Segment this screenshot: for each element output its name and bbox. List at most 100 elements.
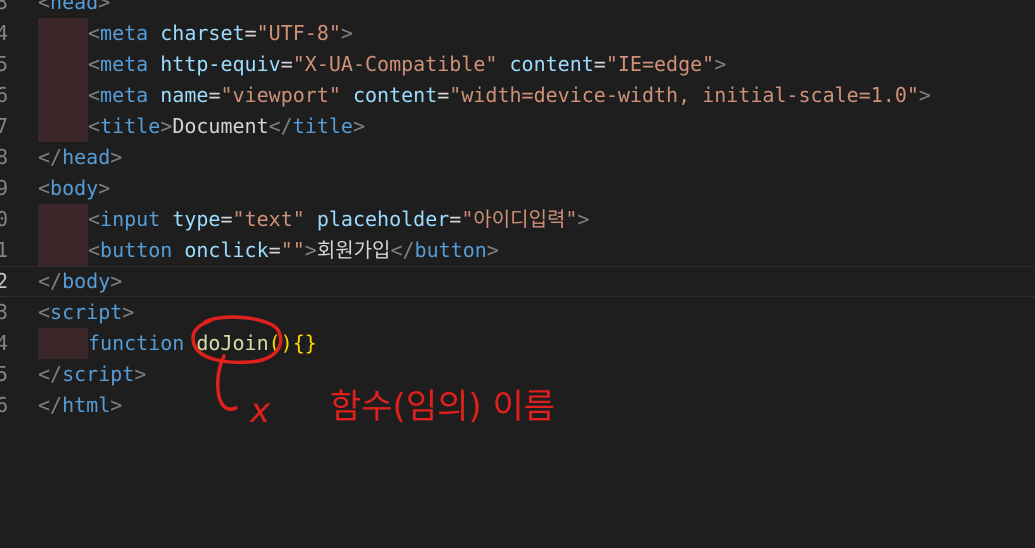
code-token: < <box>38 300 51 324</box>
code-token: title <box>292 114 353 138</box>
code-text[interactable]: <title>Document</title> <box>38 111 365 142</box>
indent-guide <box>38 328 88 359</box>
line-number: 3 <box>0 0 8 14</box>
code-token: = <box>244 21 257 45</box>
code-token: = <box>268 238 281 262</box>
code-line[interactable]: 6 </html> <box>0 390 1035 421</box>
line-number: 3 <box>0 300 8 324</box>
code-lines[interactable]: 3 <head> 4 <meta charset="UTF-8"> 5 <meta htt… <box>0 0 1035 421</box>
code-text[interactable]: <body> <box>38 173 110 204</box>
code-token: Document <box>172 114 269 138</box>
code-token: > <box>110 145 123 169</box>
code-token: < <box>88 114 101 138</box>
code-line[interactable]: 8 </head> <box>0 142 1035 173</box>
code-token: > <box>110 269 123 293</box>
indent-guide <box>38 80 88 111</box>
indent-guide <box>38 18 88 49</box>
code-token: "X-UA-Compatible" <box>292 52 498 76</box>
code-line[interactable]: 4 function doJoin(){} <box>0 328 1035 359</box>
code-token: http-equiv <box>160 52 281 76</box>
code-token: name <box>160 83 209 107</box>
code-token: "text" <box>232 207 305 231</box>
line-number: 2 <box>0 269 8 293</box>
code-line[interactable]: 1 <button onclick="">회원가입</button> <box>0 235 1035 266</box>
code-text[interactable]: <head> <box>38 0 110 18</box>
code-line[interactable]: 5 <meta http-equiv="X-UA-Compatible" cont… <box>0 49 1035 80</box>
code-token: content <box>509 52 594 76</box>
code-token: "아이디입력" <box>461 207 578 231</box>
line-number: 9 <box>0 176 8 200</box>
code-text[interactable]: </html> <box>38 390 122 421</box>
code-token: < <box>38 176 51 200</box>
line-number: 5 <box>0 362 8 386</box>
code-token: html <box>62 393 111 417</box>
code-token: = <box>220 207 233 231</box>
code-token: > <box>714 52 727 76</box>
code-token: > <box>134 362 147 386</box>
code-token: > <box>304 238 317 262</box>
code-token: input <box>100 207 161 231</box>
code-token: > <box>340 21 353 45</box>
code-line[interactable]: 9 <body> <box>0 173 1035 204</box>
code-token: = <box>280 52 293 76</box>
code-token: < <box>38 0 51 14</box>
code-line[interactable]: 3 <head> <box>0 0 1035 18</box>
indent-guide <box>38 49 88 80</box>
code-line[interactable]: 7 <title>Document</title> <box>0 111 1035 142</box>
code-token: type <box>172 207 221 231</box>
code-token: body <box>62 269 111 293</box>
code-token: onclick <box>184 238 269 262</box>
code-line[interactable]: 0 <input type="text" placeholder="아이디입력"> <box>0 204 1035 235</box>
code-text[interactable]: <meta name="viewport" content="width=dev… <box>38 80 931 111</box>
code-text[interactable]: function doJoin(){} <box>38 328 317 359</box>
line-number: 6 <box>0 83 8 107</box>
code-text[interactable]: <input type="text" placeholder="아이디입력"> <box>38 204 589 235</box>
code-token: > <box>918 83 931 107</box>
indent-guide <box>38 235 88 266</box>
code-token: script <box>62 362 135 386</box>
code-token: "UTF-8" <box>256 21 341 45</box>
code-token: 회원가입 <box>316 238 391 262</box>
code-token: content <box>352 83 438 107</box>
code-editor[interactable]: 3 <head> 4 <meta charset="UTF-8"> 5 <meta htt… <box>0 0 1035 548</box>
code-token: </ <box>38 145 63 169</box>
code-token: > <box>110 393 123 417</box>
code-token: = <box>593 52 606 76</box>
code-token: < <box>88 21 101 45</box>
code-text[interactable]: <button onclick="">회원가입</button> <box>38 235 499 266</box>
code-token: "IE=edge" <box>605 52 715 76</box>
code-token: (){} <box>268 331 317 355</box>
line-number: 4 <box>0 21 8 45</box>
code-line[interactable]: 4 <meta charset="UTF-8"> <box>0 18 1035 49</box>
code-text[interactable]: </script> <box>38 359 146 390</box>
code-token: > <box>122 300 135 324</box>
code-line[interactable]: 5 </script> <box>0 359 1035 390</box>
code-token: </ <box>38 393 63 417</box>
code-token: = <box>208 83 221 107</box>
code-token: = <box>449 207 462 231</box>
code-text[interactable]: <meta http-equiv="X-UA-Compatible" conte… <box>38 49 726 80</box>
code-token: < <box>88 238 101 262</box>
code-token: > <box>577 207 590 231</box>
code-token: < <box>88 207 101 231</box>
code-line[interactable]: 3 <script> <box>0 297 1035 328</box>
code-line[interactable]: 2 </body> <box>0 266 1035 297</box>
code-text[interactable]: <script> <box>38 297 134 328</box>
code-text[interactable]: </head> <box>38 142 122 173</box>
code-token: "width=device-width, initial-scale=1.0" <box>449 83 919 107</box>
code-token: doJoin <box>196 331 269 355</box>
code-text[interactable]: </body> <box>38 266 122 297</box>
line-number: 8 <box>0 145 8 169</box>
code-token: > <box>98 0 111 14</box>
code-token: placeholder <box>316 207 450 231</box>
indent-guide <box>38 204 88 235</box>
code-text[interactable]: <meta charset="UTF-8"> <box>38 18 353 49</box>
code-line[interactable]: 6 <meta name="viewport" content="width=de… <box>0 80 1035 111</box>
line-number: 1 <box>0 238 8 262</box>
code-token: charset <box>160 21 245 45</box>
code-token: meta <box>100 21 149 45</box>
